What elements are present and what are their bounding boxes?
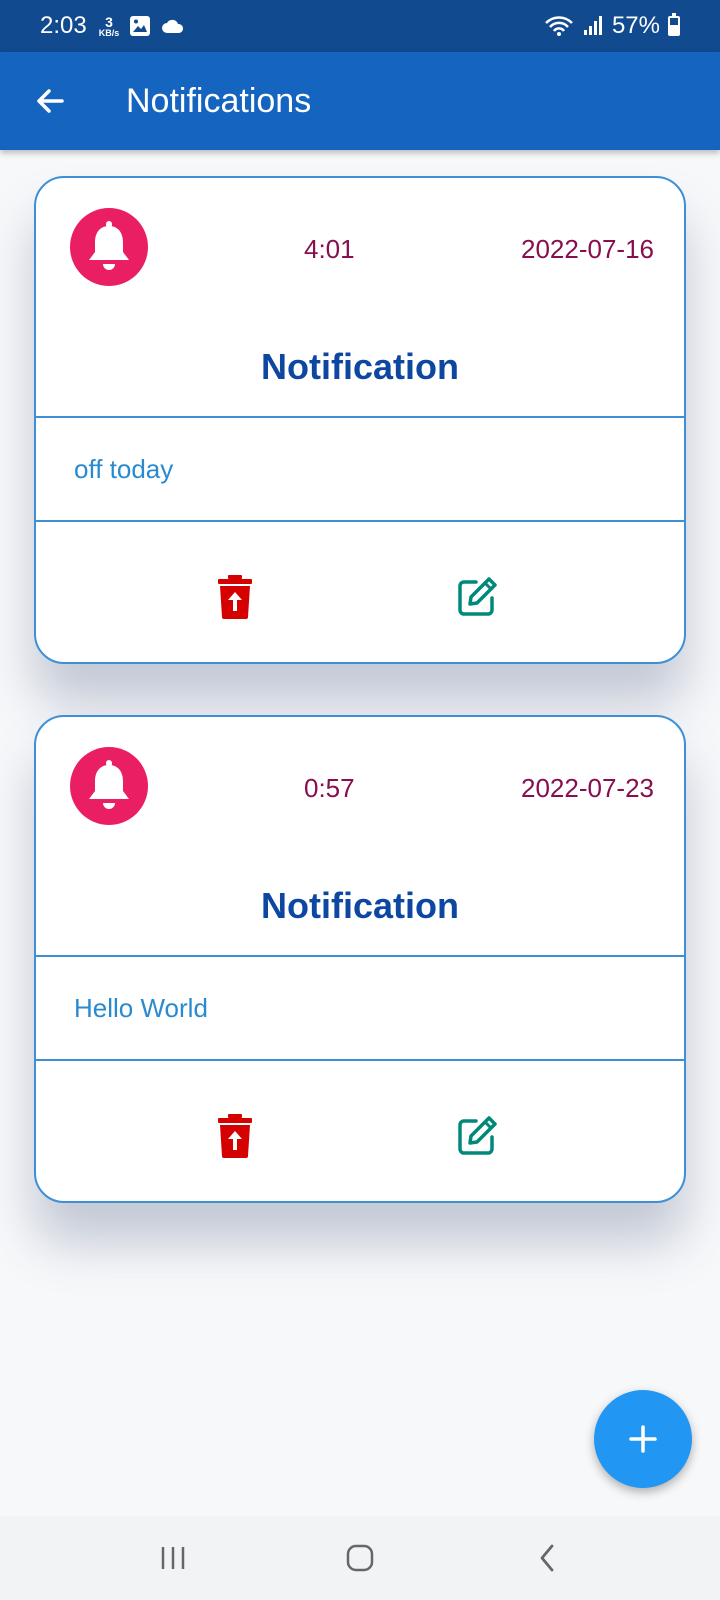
notification-message: Hello World xyxy=(34,955,686,1061)
recents-button[interactable] xyxy=(143,1528,203,1588)
notification-card: 4:01 2022-07-16 Notification off today xyxy=(34,176,686,664)
battery-percent: 57% xyxy=(611,12,660,39)
plus-icon xyxy=(629,1425,657,1453)
notification-title: Notification xyxy=(261,346,459,387)
back-button[interactable] xyxy=(20,71,80,131)
network-speed-unit: KB/s xyxy=(98,27,120,38)
network-speed-value: 3 xyxy=(105,13,113,30)
status-time: 2:03 xyxy=(40,12,87,39)
notification-time: 4:01 xyxy=(304,234,355,264)
status-bar: 2:03 3 KB/s 57% xyxy=(0,0,720,52)
cloud-icon xyxy=(161,17,185,35)
back-icon xyxy=(540,1544,554,1572)
notification-card: 0:57 2022-07-23 Notification Hello World xyxy=(34,715,686,1203)
recents-icon xyxy=(162,1547,185,1569)
edit-icon xyxy=(458,577,497,616)
notification-message-text: off today xyxy=(74,453,174,484)
app-bar: Notifications xyxy=(0,52,720,150)
bell-icon xyxy=(70,208,148,286)
system-back-button[interactable] xyxy=(517,1528,577,1588)
home-button[interactable] xyxy=(330,1528,390,1588)
notification-time: 0:57 xyxy=(304,773,355,803)
notification-date: 2022-07-23 xyxy=(521,773,654,803)
edit-button[interactable] xyxy=(454,574,500,620)
edit-icon xyxy=(458,1116,497,1155)
wifi-icon xyxy=(544,15,574,37)
trash-restore-icon xyxy=(218,1114,252,1158)
signal-icon xyxy=(582,15,604,37)
page-title: Notifications xyxy=(126,81,312,120)
system-nav-bar xyxy=(0,1516,720,1600)
gallery-icon xyxy=(129,15,151,37)
notification-date: 2022-07-16 xyxy=(521,234,654,264)
bell-icon xyxy=(70,747,148,825)
notification-message: off today xyxy=(34,416,686,522)
home-icon xyxy=(346,1544,374,1572)
network-speed: 3 KB/s xyxy=(99,15,120,38)
edit-button[interactable] xyxy=(454,1113,500,1159)
arrow-left-icon xyxy=(37,89,64,113)
add-notification-button[interactable] xyxy=(594,1390,692,1488)
delete-button[interactable] xyxy=(214,572,256,622)
battery-icon xyxy=(668,13,680,36)
delete-button[interactable] xyxy=(214,1111,256,1161)
notification-title: Notification xyxy=(261,885,459,926)
battery-fill xyxy=(670,24,678,34)
notification-message-text: Hello World xyxy=(74,992,208,1023)
trash-restore-icon xyxy=(218,575,252,619)
